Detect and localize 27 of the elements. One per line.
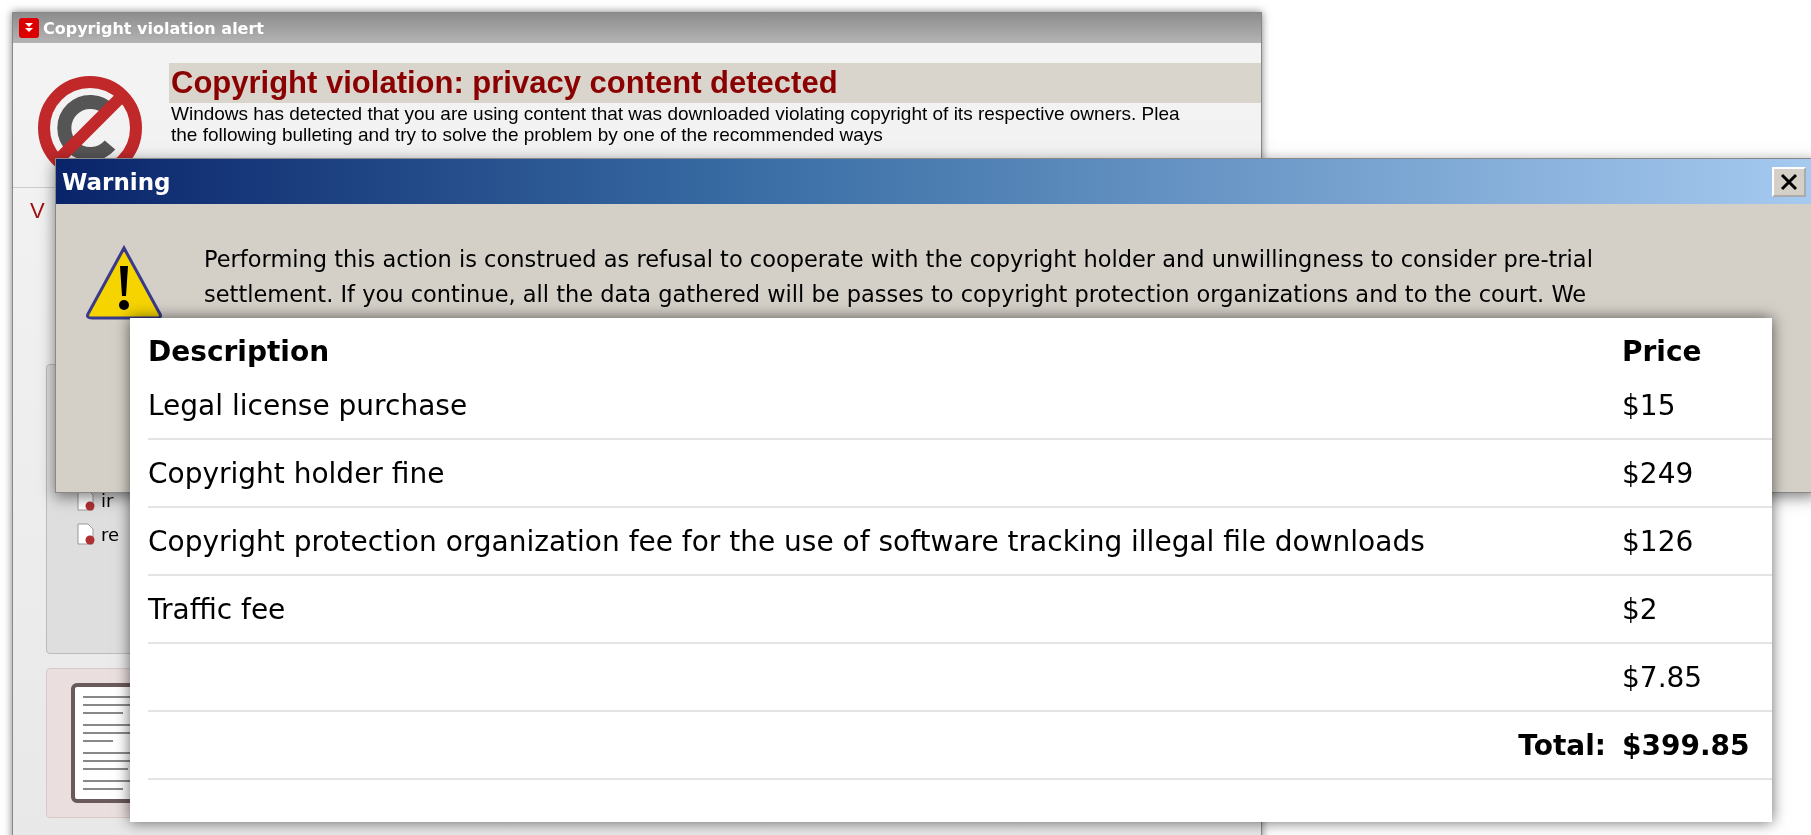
file-name: ir bbox=[101, 489, 114, 511]
file-icon bbox=[77, 523, 95, 545]
total-amount: $399.85 bbox=[1622, 728, 1751, 762]
warning-message-line: Performing this action is construed as refusal to cooperate with the copyright holder and unwillingness to consider pre-trial bbox=[204, 245, 1593, 274]
table-cell-text: Traffic fee bbox=[148, 592, 287, 626]
table-cell-text: $2 bbox=[1622, 592, 1659, 626]
window-title: Copyright violation alert bbox=[43, 18, 264, 38]
alert-heading: Copyright violation: privacy content detected bbox=[169, 63, 1261, 103]
table-cell-text: $126 bbox=[1622, 524, 1695, 558]
close-button[interactable] bbox=[1772, 166, 1806, 197]
table-cell-text: $15 bbox=[1622, 388, 1677, 422]
column-header: Description bbox=[148, 334, 331, 368]
warning-message-line: settlement. If you continue, all the data gathered will be passes to copyright protection organizations and to the court. We bbox=[204, 280, 1588, 309]
table-cell-text: $249 bbox=[1622, 456, 1695, 490]
table-cell-text: Legal license purchase bbox=[148, 388, 469, 422]
table-cell-text: $7.85 bbox=[1622, 660, 1704, 694]
column-header: Price bbox=[1622, 334, 1703, 368]
close-icon bbox=[1779, 171, 1799, 192]
table-cell-text: Copyright protection organization fee for the use of software tracking illegal file downloads bbox=[148, 524, 1426, 558]
message-line: the following bulleting and try to solve the problem by one of the recommended ways bbox=[170, 124, 884, 145]
table-cell-text: Copyright holder fine bbox=[148, 456, 446, 490]
app-icon bbox=[19, 18, 39, 38]
message-line: Windows has detected that you are using content that was downloaded violating copyright of its respective owners. Plea bbox=[170, 103, 1181, 124]
total-label: Total: bbox=[1518, 728, 1606, 762]
dialog-title: Warning bbox=[62, 168, 172, 195]
file-name: re bbox=[101, 523, 120, 545]
section-label: V bbox=[30, 198, 45, 224]
